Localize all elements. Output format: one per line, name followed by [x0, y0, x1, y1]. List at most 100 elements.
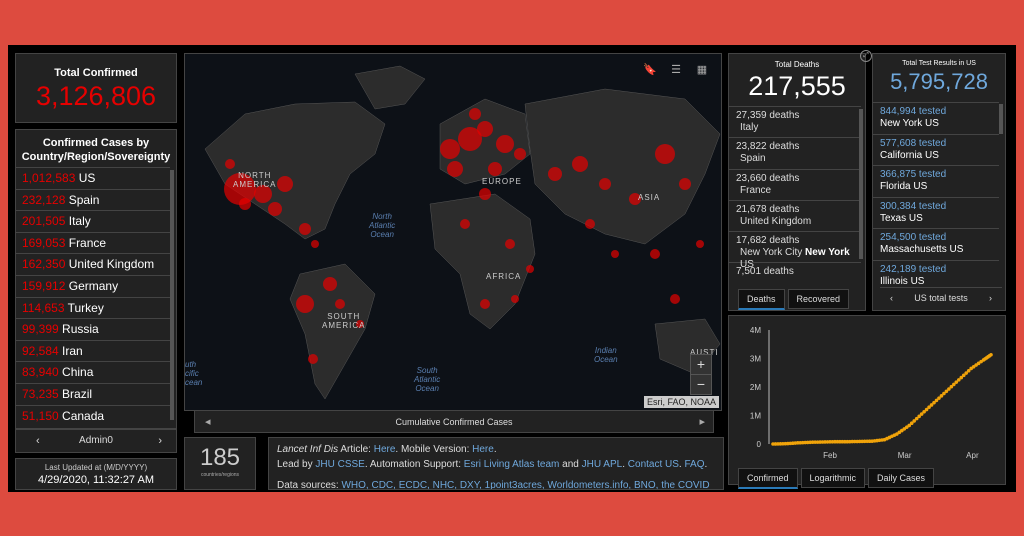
continent-north-america — [204, 101, 386, 240]
tests-scrollbar[interactable] — [999, 104, 1003, 134]
zoom-in-button[interactable]: + — [691, 355, 711, 374]
country-row[interactable]: 99,399 Russia — [16, 318, 170, 340]
case-bubble[interactable] — [311, 240, 319, 248]
country-row[interactable]: 159,912 Germany — [16, 274, 170, 297]
label-indian-ocean: Indian Ocean — [594, 346, 618, 364]
country-row[interactable]: 92,584 Iran — [16, 339, 170, 362]
country-count: 73,235 — [22, 386, 59, 401]
deaths-row[interactable]: 17,682 deaths New York City New York US — [729, 231, 861, 270]
chart-y-tick: 2M — [750, 383, 761, 392]
tests-row[interactable]: 300,384 tested Texas US — [873, 196, 999, 229]
deaths-scrollbar[interactable] — [859, 109, 863, 259]
country-row[interactable]: 232,128 Spain — [16, 188, 170, 211]
jhu-csse-link[interactable]: JHU CSSE — [315, 459, 364, 470]
tests-row[interactable]: 577,608 tested California US — [873, 133, 999, 166]
tests-place: California US — [880, 149, 939, 161]
tests-row[interactable]: 366,875 tested Florida US — [873, 165, 999, 197]
deaths-row[interactable]: 27,359 deaths Italy — [729, 106, 861, 137]
caption-next-icon[interactable]: ▸ — [699, 411, 705, 433]
tests-place: Florida US — [880, 181, 928, 192]
label-europe: EUROPE — [482, 177, 522, 186]
faq-link[interactable]: FAQ — [684, 459, 704, 470]
country-row[interactable]: 169,053 France — [16, 231, 170, 254]
article-link[interactable]: Here — [374, 444, 396, 455]
case-bubble[interactable] — [572, 156, 588, 172]
label-north-america: NORTH AMERICA — [233, 171, 277, 189]
tests-row[interactable]: 254,500 tested Massachusetts US — [873, 228, 999, 260]
case-bubble[interactable] — [511, 295, 519, 303]
case-bubble[interactable] — [299, 223, 311, 235]
esri-link[interactable]: Esri Living Atlas team — [464, 459, 560, 470]
case-bubble[interactable] — [670, 294, 680, 304]
deaths-row[interactable]: 23,660 deaths France — [729, 168, 861, 200]
case-bubble[interactable] — [505, 239, 515, 249]
tab-confirmed[interactable]: Confirmed — [738, 468, 798, 489]
case-bubble[interactable] — [496, 135, 514, 153]
qr-code-icon[interactable]: ▦ — [693, 63, 711, 79]
info-panel: Lancet Inf Dis Article: Here. Mobile Ver… — [268, 437, 724, 490]
country-row[interactable]: 162,350 United Kingdom — [16, 253, 170, 275]
deaths-row[interactable]: 23,822 deaths Spain — [729, 137, 861, 168]
case-bubble[interactable] — [611, 250, 619, 258]
deaths-place: United Kingdom — [740, 215, 812, 227]
deaths-row[interactable]: 21,678 deaths United Kingdom — [729, 199, 861, 231]
case-bubble[interactable] — [514, 148, 526, 160]
case-bubble[interactable] — [599, 178, 611, 190]
case-bubble[interactable] — [679, 178, 691, 190]
case-bubble[interactable] — [335, 299, 345, 309]
case-bubble[interactable] — [488, 162, 502, 176]
contact-link[interactable]: Contact US — [628, 459, 679, 470]
mobile-link[interactable]: Here — [472, 444, 494, 455]
case-bubble[interactable] — [585, 219, 595, 229]
case-bubble[interactable] — [447, 161, 463, 177]
country-row[interactable]: 83,940 China — [16, 361, 170, 383]
country-row[interactable]: 1,012,583 US — [16, 167, 170, 189]
tab-logarithmic[interactable]: Logarithmic — [800, 468, 866, 488]
case-bubble[interactable] — [277, 176, 293, 192]
country-list-scrollbar[interactable] — [170, 170, 174, 420]
case-bubble[interactable] — [469, 108, 481, 120]
case-bubble[interactable] — [526, 265, 534, 273]
zoom-out-button[interactable]: − — [691, 374, 711, 394]
caption-prev-icon[interactable]: ◂ — [205, 411, 211, 433]
tab-deaths[interactable]: Deaths — [738, 289, 785, 310]
case-bubble[interactable] — [268, 202, 282, 216]
continent-greenland — [354, 65, 426, 110]
case-bubble[interactable] — [480, 299, 490, 309]
tests-row[interactable]: 844,994 tested New York US — [873, 102, 999, 134]
case-bubble[interactable] — [655, 144, 675, 164]
country-row[interactable]: 114,653 Turkey — [16, 296, 170, 319]
case-bubble[interactable] — [460, 219, 470, 229]
case-bubble[interactable] — [650, 249, 660, 259]
case-bubble[interactable] — [548, 167, 562, 181]
admin-label: Admin0 — [79, 435, 113, 446]
tests-prev-icon[interactable]: ‹ — [890, 288, 893, 308]
country-row[interactable]: 201,505 Italy — [16, 210, 170, 232]
world-map[interactable]: NORTH AMERICA EUROPE ASIA AFRICA SOUTH A… — [184, 53, 722, 411]
tab-recovered[interactable]: Recovered — [787, 289, 850, 309]
deaths-tabs: Deaths Recovered — [738, 289, 850, 310]
tests-next-icon[interactable]: › — [989, 288, 992, 308]
country-row[interactable]: 51,150 Canada — [16, 404, 170, 427]
expand-icon[interactable]: ⤢ — [860, 50, 872, 62]
deaths-place: Italy — [740, 122, 759, 133]
case-bubble[interactable] — [696, 240, 704, 248]
case-bubble[interactable] — [440, 139, 460, 159]
case-bubble[interactable] — [308, 354, 318, 364]
bookmark-icon[interactable]: 🔖 — [641, 63, 659, 79]
case-bubble[interactable] — [239, 198, 251, 210]
admin-prev-icon[interactable]: ‹ — [36, 435, 40, 447]
jhu-apl-link[interactable]: JHU APL — [582, 459, 623, 470]
case-bubble[interactable] — [477, 121, 493, 137]
chart-x-tick: Feb — [823, 451, 837, 460]
tab-daily-cases[interactable]: Daily Cases — [868, 468, 935, 488]
admin-next-icon[interactable]: › — [158, 435, 162, 447]
list-icon[interactable]: ☰ — [667, 63, 685, 79]
data-sources-links[interactable]: WHO, CDC, ECDC, NHC, DXY, 1point3acres, … — [341, 480, 709, 489]
country-row[interactable]: 73,235 Brazil — [16, 382, 170, 405]
case-bubble[interactable] — [479, 188, 491, 200]
case-bubble[interactable] — [225, 159, 235, 169]
case-bubble[interactable] — [296, 295, 314, 313]
country-name: United Kingdom — [68, 257, 155, 272]
case-bubble[interactable] — [323, 277, 337, 291]
